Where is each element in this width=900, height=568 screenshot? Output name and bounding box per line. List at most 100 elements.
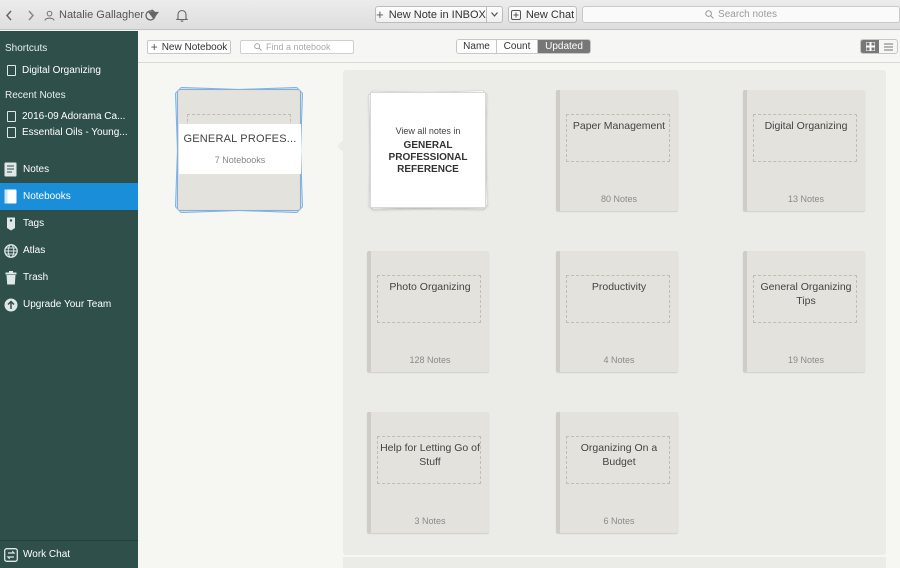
sort-segmented-control: Name Count Updated bbox=[456, 39, 591, 54]
notebook-card[interactable]: Productivity 4 Notes bbox=[556, 251, 678, 372]
view-mode-toggle bbox=[860, 39, 898, 54]
search-icon bbox=[705, 10, 714, 19]
recent-note-label: Essential Oils - Young... bbox=[22, 126, 128, 138]
notebook-name: Productivity bbox=[591, 281, 647, 293]
top-toolbar: Natalie Gallagher + New Note in INBOX Ne… bbox=[0, 0, 900, 30]
note-icon bbox=[7, 126, 16, 138]
sidebar-item-trash[interactable]: Trash bbox=[0, 264, 138, 291]
grid-icon bbox=[865, 42, 875, 51]
view-all-notes-card[interactable]: View all notes in GENERAL PROFESSIONAL R… bbox=[368, 90, 488, 210]
stack-count: 7 Notebooks bbox=[214, 155, 266, 165]
work-chat-button[interactable]: Work Chat bbox=[0, 540, 138, 568]
stack-name-line: REFERENCE bbox=[397, 164, 459, 175]
sidebar-item-tags[interactable]: Tags bbox=[0, 210, 138, 237]
plus-icon: + bbox=[150, 40, 158, 54]
notebooks-content: GENERAL PROFES... 7 Notebooks View all n… bbox=[138, 63, 900, 568]
notebook-card[interactable]: Help for Letting Go of Stuff 3 Notes bbox=[367, 412, 489, 533]
sidebar-item-upgrade[interactable]: Upgrade Your Team bbox=[0, 291, 138, 318]
notebook-card[interactable]: Organizing On a Budget 6 Notes bbox=[556, 412, 678, 533]
notebook-name: Paper Management bbox=[572, 120, 666, 132]
notes-icon bbox=[3, 162, 18, 177]
notebook-card[interactable]: General Organizing Tips 19 Notes bbox=[743, 251, 865, 372]
view-all-stack-name: GENERAL PROFESSIONAL REFERENCE bbox=[370, 140, 486, 176]
notebook-card[interactable]: Digital Organizing 13 Notes bbox=[743, 90, 865, 211]
notebook-name: General Organizing Tips bbox=[760, 281, 852, 307]
notebook-card[interactable]: Photo Organizing 128 Notes bbox=[367, 251, 489, 372]
notebook-note-count: 128 Notes bbox=[409, 355, 451, 365]
shortcuts-heading: Shortcuts bbox=[5, 43, 48, 54]
notebook-stack-card[interactable]: GENERAL PROFES... 7 Notebooks bbox=[174, 86, 304, 214]
new-chat-label: New Chat bbox=[525, 8, 575, 21]
recent-note-item[interactable]: Essential Oils - Young... bbox=[0, 122, 138, 142]
sidebar-item-label: Upgrade Your Team bbox=[23, 299, 112, 310]
chevron-down-icon bbox=[491, 12, 498, 17]
sidebar-item-label: Tags bbox=[23, 218, 45, 229]
sidebar-item-label: Atlas bbox=[23, 245, 46, 256]
account-name: Natalie Gallagher bbox=[59, 9, 144, 21]
new-note-label: New Note in INBOX bbox=[388, 8, 486, 21]
search-notes-input[interactable]: Search notes bbox=[582, 6, 900, 23]
forward-button[interactable] bbox=[24, 0, 38, 30]
sort-by-count[interactable]: Count bbox=[497, 40, 538, 53]
new-notebook-button[interactable]: + New Notebook bbox=[147, 40, 231, 54]
notebook-card[interactable]: Paper Management 80 Notes bbox=[556, 90, 678, 211]
new-note-dropdown[interactable] bbox=[486, 6, 503, 23]
recent-notes-heading: Recent Notes bbox=[5, 90, 66, 101]
back-button[interactable] bbox=[2, 0, 16, 30]
notebook-note-count: 6 Notes bbox=[603, 516, 635, 526]
sync-button[interactable] bbox=[141, 0, 159, 30]
list-view-button[interactable] bbox=[879, 40, 897, 53]
sidebar: Shortcuts Digital Organizing Recent Note… bbox=[0, 31, 138, 568]
stack-title-band bbox=[179, 124, 301, 174]
user-icon bbox=[44, 10, 55, 21]
sidebar-item-label: Trash bbox=[23, 272, 49, 283]
notebook-note-count: 13 Notes bbox=[787, 194, 825, 204]
sidebar-item-label: Notebooks bbox=[23, 191, 71, 202]
notebook-icon bbox=[7, 64, 16, 76]
new-note-button[interactable]: + New Note in INBOX bbox=[375, 6, 487, 23]
notebook-name: Help for Letting Go of Stuff bbox=[380, 442, 480, 468]
notebook-note-count: 3 Notes bbox=[414, 516, 446, 526]
sidebar-item-atlas[interactable]: Atlas bbox=[0, 237, 138, 264]
notifications-button[interactable] bbox=[173, 0, 191, 30]
chevron-left-icon bbox=[5, 10, 12, 20]
work-chat-icon bbox=[3, 547, 18, 562]
sidebar-item-label: Notes bbox=[23, 164, 50, 175]
shortcut-digital-organizing[interactable]: Digital Organizing bbox=[0, 60, 138, 80]
stack-name-line: GENERAL bbox=[403, 140, 453, 151]
trash-icon bbox=[3, 270, 18, 285]
notebook-note-count: 19 Notes bbox=[787, 355, 825, 365]
find-notebook-placeholder: Find a notebook bbox=[266, 42, 331, 52]
notebook-name: Photo Organizing bbox=[389, 281, 471, 293]
stack-expanded-panel-bottom bbox=[343, 557, 886, 568]
view-all-prefix: View all notes in bbox=[395, 126, 461, 136]
recent-note-label: 2016-09 Adorama Ca... bbox=[22, 110, 126, 122]
search-placeholder: Search notes bbox=[718, 9, 777, 20]
notebook-note-count: 4 Notes bbox=[603, 355, 635, 365]
notebooks-header: + New Notebook Find a notebook Name Coun… bbox=[138, 31, 900, 63]
work-chat-label: Work Chat bbox=[23, 549, 71, 560]
chat-plus-icon bbox=[510, 9, 521, 20]
search-icon bbox=[254, 43, 262, 51]
sort-by-updated[interactable]: Updated bbox=[538, 40, 590, 53]
stack-name-line: PROFESSIONAL bbox=[388, 152, 468, 163]
sidebar-item-notebooks[interactable]: Notebooks bbox=[0, 183, 138, 210]
plus-icon: + bbox=[376, 7, 384, 22]
notebook-name: Organizing On a Budget bbox=[580, 442, 658, 468]
grid-view-button[interactable] bbox=[861, 40, 879, 53]
upgrade-arrow-icon bbox=[3, 297, 18, 312]
bell-icon bbox=[176, 9, 188, 22]
new-chat-button[interactable]: New Chat bbox=[508, 6, 577, 23]
note-icon bbox=[7, 110, 16, 122]
chevron-right-icon bbox=[28, 10, 35, 20]
new-notebook-label: New Notebook bbox=[161, 41, 228, 53]
sidebar-item-notes[interactable]: Notes bbox=[0, 156, 138, 183]
notebook-note-count: 80 Notes bbox=[600, 194, 638, 204]
notebook-icon bbox=[3, 189, 18, 204]
globe-icon bbox=[3, 243, 18, 258]
stack-title: GENERAL PROFES... bbox=[183, 133, 297, 145]
sort-by-name[interactable]: Name bbox=[457, 40, 497, 53]
tag-icon bbox=[3, 216, 18, 231]
shortcut-label: Digital Organizing bbox=[22, 64, 101, 76]
find-notebook-input[interactable]: Find a notebook bbox=[240, 40, 354, 54]
